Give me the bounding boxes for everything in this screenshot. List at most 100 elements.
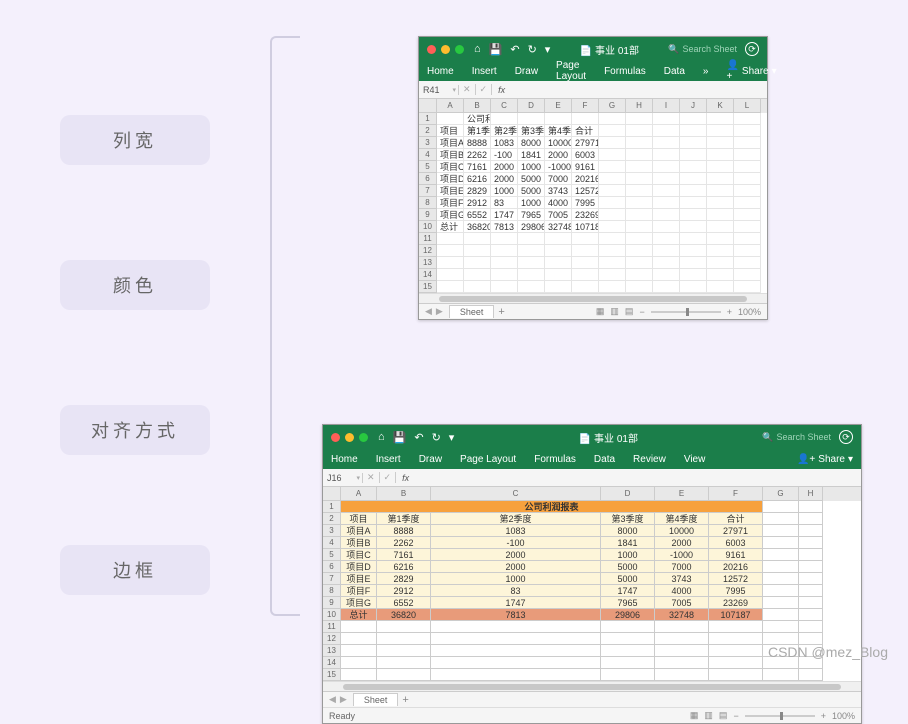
table-row[interactable]: 9项目G655217477965700523269 — [323, 597, 861, 609]
redo-icon[interactable]: ↻ — [528, 43, 537, 56]
fx-cancel-icon[interactable]: ✕ — [459, 84, 476, 95]
view-break-icon[interactable]: ▤ — [625, 306, 634, 317]
table-row[interactable]: 5项目C716120001000-10009161 — [419, 161, 767, 173]
save-icon[interactable]: 💾 — [393, 431, 407, 444]
close-icon[interactable] — [427, 45, 436, 54]
menu-view[interactable]: View — [684, 454, 706, 465]
pill-border: 边框 — [60, 545, 210, 595]
zoom-controls: ▦ ▥ ▤ − + 100% — [690, 710, 855, 721]
view-layout-icon[interactable]: ▥ — [704, 710, 713, 721]
sheet-tab[interactable]: Sheet — [449, 305, 495, 318]
fx-label: fx — [492, 85, 511, 95]
fx-confirm-icon[interactable]: ✓ — [380, 472, 397, 483]
menu-data[interactable]: Data — [664, 66, 685, 77]
sync-icon[interactable]: ⟳ — [745, 42, 759, 56]
table-row[interactable]: 3项目A8888108380001000027971 — [323, 525, 861, 537]
table-row[interactable]: 2项目第1季度第2季度第3季度第4季度合计 — [323, 513, 861, 525]
window-controls[interactable] — [331, 433, 368, 442]
close-icon[interactable] — [331, 433, 340, 442]
menu-page-layout[interactable]: Page Layout — [556, 60, 586, 82]
fx-label: fx — [396, 473, 415, 483]
table-row[interactable]: 13 — [419, 257, 767, 269]
cell-reference[interactable]: J16▾ — [323, 473, 363, 483]
add-sheet-button[interactable]: + — [498, 306, 504, 318]
menu-insert[interactable]: Insert — [472, 66, 497, 77]
table-row[interactable]: 7项目E282910005000374312572 — [419, 185, 767, 197]
table-row[interactable]: 10总计3682078132980632748107187 — [419, 221, 767, 233]
zoom-in-icon[interactable]: + — [727, 307, 732, 317]
table-row[interactable]: 1公司利润报表 — [323, 501, 861, 513]
horizontal-scrollbar[interactable] — [323, 681, 861, 691]
menu-draw[interactable]: Draw — [515, 66, 538, 77]
menu-data[interactable]: Data — [594, 454, 615, 465]
view-normal-icon[interactable]: ▦ — [690, 710, 699, 721]
home-icon[interactable]: ⌂ — [474, 43, 481, 55]
share-button[interactable]: 👤+ Share ▾ — [797, 454, 853, 465]
search-box[interactable]: 🔍Search Sheet — [668, 44, 737, 55]
table-row[interactable]: 11 — [323, 621, 861, 633]
bracket-decoration — [270, 36, 300, 616]
menu-formulas[interactable]: Formulas — [534, 454, 576, 465]
fx-confirm-icon[interactable]: ✓ — [476, 84, 493, 95]
horizontal-scrollbar[interactable] — [419, 293, 767, 303]
maximize-icon[interactable] — [359, 433, 368, 442]
table-row[interactable]: 8项目F291283100040007995 — [419, 197, 767, 209]
nav-right-icon[interactable]: ▶ — [436, 306, 443, 317]
table-row[interactable]: 15 — [323, 669, 861, 681]
menu-overflow-icon[interactable]: » — [703, 66, 709, 77]
menu-bar: Home Insert Draw Page Layout Formulas Da… — [323, 449, 861, 469]
table-row[interactable]: 7项目E282910005000374312572 — [323, 573, 861, 585]
table-row[interactable]: 5项目C716120001000-10009161 — [323, 549, 861, 561]
table-row[interactable]: 6项目D621620005000700020216 — [419, 173, 767, 185]
zoom-out-icon[interactable]: − — [639, 307, 644, 317]
add-sheet-button[interactable]: + — [402, 694, 408, 706]
zoom-slider[interactable] — [651, 311, 721, 313]
table-row[interactable]: 2项目第1季度第2季度第3季度第4季度合计 — [419, 125, 767, 137]
window-controls[interactable] — [427, 45, 464, 54]
menu-home[interactable]: Home — [331, 454, 358, 465]
undo-icon[interactable]: ↶ — [510, 43, 519, 56]
table-row[interactable]: 10总计3682078132980632748107187 — [323, 609, 861, 621]
redo-icon[interactable]: ↻ — [432, 431, 441, 444]
minimize-icon[interactable] — [441, 45, 450, 54]
table-row[interactable]: 15 — [419, 281, 767, 293]
undo-icon[interactable]: ↶ — [414, 431, 423, 444]
zoom-in-icon[interactable]: + — [821, 711, 826, 721]
search-box[interactable]: 🔍Search Sheet — [762, 432, 831, 443]
table-row[interactable]: 8项目F291283174740007995 — [323, 585, 861, 597]
table-row[interactable]: 6项目D621620005000700020216 — [323, 561, 861, 573]
menu-review[interactable]: Review — [633, 454, 666, 465]
table-row[interactable]: 3项目A8888108380001000027971 — [419, 137, 767, 149]
menu-page-layout[interactable]: Page Layout — [460, 454, 516, 465]
sync-icon[interactable]: ⟳ — [839, 430, 853, 444]
table-row[interactable]: 4项目B2262-100184120006003 — [419, 149, 767, 161]
table-row[interactable]: 4项目B2262-100184120006003 — [323, 537, 861, 549]
nav-left-icon[interactable]: ◀ — [329, 694, 336, 705]
maximize-icon[interactable] — [455, 45, 464, 54]
menu-draw[interactable]: Draw — [419, 454, 442, 465]
cell-reference[interactable]: R41▾ — [419, 85, 459, 95]
spreadsheet-grid[interactable]: ABCDEFGHIJKL1公司利润报表2项目第1季度第2季度第3季度第4季度合计… — [419, 99, 767, 293]
menu-insert[interactable]: Insert — [376, 454, 401, 465]
view-break-icon[interactable]: ▤ — [719, 710, 728, 721]
nav-left-icon[interactable]: ◀ — [425, 306, 432, 317]
table-row[interactable]: 12 — [419, 245, 767, 257]
table-row[interactable]: 9项目G655217477965700523269 — [419, 209, 767, 221]
toolbar-icons: ⌂ 💾 ↶ ↻ ▾ — [474, 43, 550, 56]
fx-cancel-icon[interactable]: ✕ — [363, 472, 380, 483]
menu-formulas[interactable]: Formulas — [604, 66, 646, 77]
save-icon[interactable]: 💾 — [489, 43, 503, 56]
table-row[interactable]: 11 — [419, 233, 767, 245]
table-row[interactable]: 1公司利润报表 — [419, 113, 767, 125]
table-row[interactable]: 14 — [419, 269, 767, 281]
menu-home[interactable]: Home — [427, 66, 454, 77]
zoom-slider[interactable] — [745, 715, 815, 717]
share-button[interactable]: 👤+ Share ▾ — [726, 60, 776, 82]
sheet-tab[interactable]: Sheet — [353, 693, 399, 706]
view-normal-icon[interactable]: ▦ — [596, 306, 605, 317]
nav-right-icon[interactable]: ▶ — [340, 694, 347, 705]
zoom-out-icon[interactable]: − — [733, 711, 738, 721]
minimize-icon[interactable] — [345, 433, 354, 442]
view-layout-icon[interactable]: ▥ — [610, 306, 619, 317]
home-icon[interactable]: ⌂ — [378, 431, 385, 443]
